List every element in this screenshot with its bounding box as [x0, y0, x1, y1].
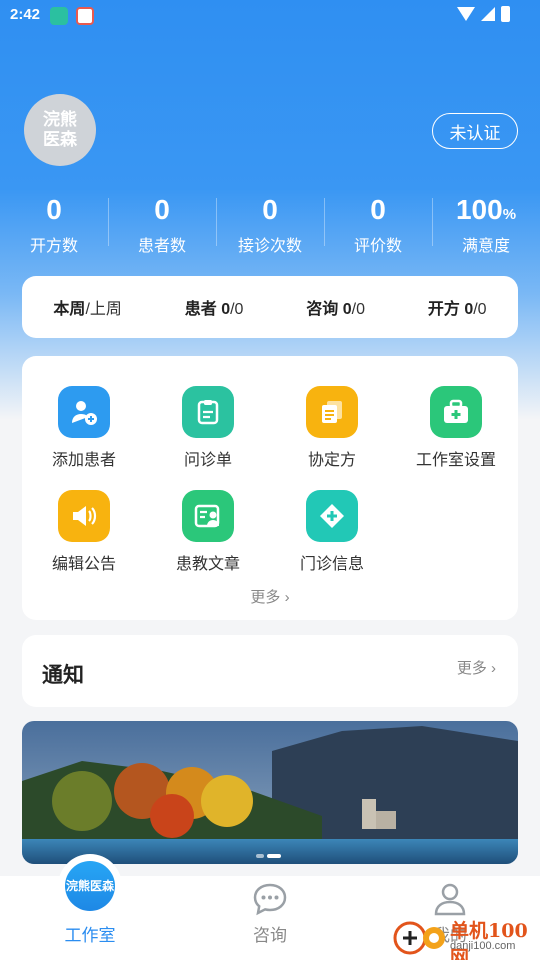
tool-label: 编辑公告 — [51, 556, 116, 573]
last-week-label: /上周 — [85, 301, 122, 318]
week-toggle[interactable]: 本周/上周 — [53, 295, 121, 319]
carousel-indicator — [256, 854, 281, 858]
studio-logo-text: 浣熊医森 — [65, 861, 115, 911]
studio-logo-icon: 浣熊医森 — [58, 854, 122, 918]
stat-patients[interactable]: 0 患者数 — [108, 192, 216, 256]
tool-label: 添加患者 — [51, 452, 116, 469]
speaker-icon — [58, 490, 110, 542]
week-patients: 患者 0/0 — [185, 295, 244, 319]
tools-more-label: 更多 — [250, 589, 281, 606]
stat-value: 100 — [455, 194, 503, 225]
tool-label: 协定方 — [307, 452, 356, 469]
avatar-logo-text: 浣熊医森 — [43, 110, 77, 149]
tools-card: 添加患者 问诊单 协定方 工作室设置 编辑公告 患教文章 门诊信息 更多 › — [22, 356, 518, 620]
notice-more-label: 更多 — [456, 660, 487, 677]
wifi-icon — [457, 7, 475, 21]
tool-label: 问诊单 — [183, 452, 232, 469]
weekly-summary-card: 本周/上周 患者 0/0 咨询 0/0 开方 0/0 — [22, 276, 518, 338]
chat-bubble-icon — [253, 883, 287, 916]
article-icon — [182, 490, 234, 542]
status-bar: 2:42 — [0, 0, 540, 32]
week-consult-last: /0 — [351, 301, 366, 318]
week-patients-label: 患者 — [184, 301, 217, 318]
tool-edit-announcement[interactable]: 编辑公告 — [22, 490, 146, 574]
notice-more-link[interactable]: 更多 › — [457, 657, 496, 678]
tool-questionnaire[interactable]: 问诊单 — [146, 386, 270, 470]
stat-value: 0 — [370, 194, 386, 225]
status-icons — [457, 6, 510, 22]
tools-more-link[interactable]: 更多 › — [22, 586, 518, 607]
tool-agreed-formula[interactable]: 协定方 — [270, 386, 394, 470]
stat-satisfaction[interactable]: 100% 满意度 — [432, 192, 540, 256]
notice-card: 通知 更多 › — [22, 635, 518, 707]
tab-consult[interactable]: 咨询 — [180, 876, 360, 960]
clinic-plus-icon — [306, 490, 358, 542]
week-rx-label: 开方 — [427, 301, 460, 318]
watermark-text: 单机100网 — [450, 920, 528, 960]
battery-icon — [501, 6, 510, 22]
stat-label: 评价数 — [353, 238, 402, 255]
stat-label: 满意度 — [461, 238, 510, 255]
carousel-dot — [256, 854, 264, 858]
signal-icon — [481, 7, 495, 21]
stat-label: 患者数 — [137, 238, 186, 255]
tool-add-patient[interactable]: 添加患者 — [22, 386, 146, 470]
tab-label: 工作室 — [64, 926, 116, 945]
chevron-right-icon: › — [284, 589, 290, 606]
tool-studio-settings[interactable]: 工作室设置 — [394, 386, 518, 470]
week-patients-this: 0 — [221, 301, 231, 318]
week-rx: 开方 0/0 — [428, 295, 487, 319]
clipboard-icon — [182, 386, 234, 438]
banner-image — [22, 721, 518, 864]
stat-value: 0 — [46, 194, 62, 225]
avatar[interactable]: 浣熊医森 — [24, 94, 96, 166]
tool-label: 患教文章 — [175, 556, 240, 573]
stat-reviews[interactable]: 0 评价数 — [324, 192, 432, 256]
stat-consultations[interactable]: 0 接诊次数 — [216, 192, 324, 256]
stat-prescriptions[interactable]: 0 开方数 — [0, 192, 108, 256]
certification-button[interactable]: 未认证 — [432, 113, 518, 149]
person-icon — [434, 883, 466, 916]
medkit-icon — [430, 386, 482, 438]
watermark-url: danji100.com — [450, 940, 516, 952]
tab-label: 咨询 — [253, 926, 287, 945]
chevron-right-icon: › — [491, 660, 496, 677]
week-consult-label: 咨询 — [306, 301, 339, 318]
stats-row: 0 开方数 0 患者数 0 接诊次数 0 评价数 100% 满意度 — [0, 192, 540, 256]
week-consult: 咨询 0/0 — [306, 295, 365, 319]
tool-label: 工作室设置 — [415, 452, 496, 469]
stat-unit: % — [502, 206, 517, 223]
week-patients-last: /0 — [230, 301, 244, 318]
notification-app-icon — [50, 7, 68, 25]
tool-patient-articles[interactable]: 患教文章 — [146, 490, 270, 574]
status-time: 2:42 — [10, 6, 41, 23]
banner-carousel[interactable] — [22, 721, 518, 864]
tool-label: 门诊信息 — [299, 556, 364, 573]
add-patient-icon — [58, 386, 110, 438]
stat-label: 开方数 — [29, 238, 78, 255]
stat-value: 0 — [154, 194, 170, 225]
notification-app-icon — [76, 7, 94, 25]
watermark: 单机100网 danji100.com — [392, 914, 540, 960]
week-rx-this: 0 — [464, 301, 474, 318]
carousel-dot-active — [267, 854, 281, 858]
tool-clinic-info[interactable]: 门诊信息 — [270, 490, 394, 574]
stat-label: 接诊次数 — [237, 238, 302, 255]
week-rx-last: /0 — [473, 301, 487, 318]
documents-icon — [306, 386, 358, 438]
week-consult-this: 0 — [342, 301, 352, 318]
notice-title: 通知 — [42, 664, 84, 687]
stat-value: 0 — [262, 194, 278, 225]
this-week-label: 本周 — [53, 301, 86, 318]
watermark-logo-icon — [393, 921, 445, 955]
tab-studio[interactable]: 浣熊医森 工作室 — [0, 854, 180, 960]
